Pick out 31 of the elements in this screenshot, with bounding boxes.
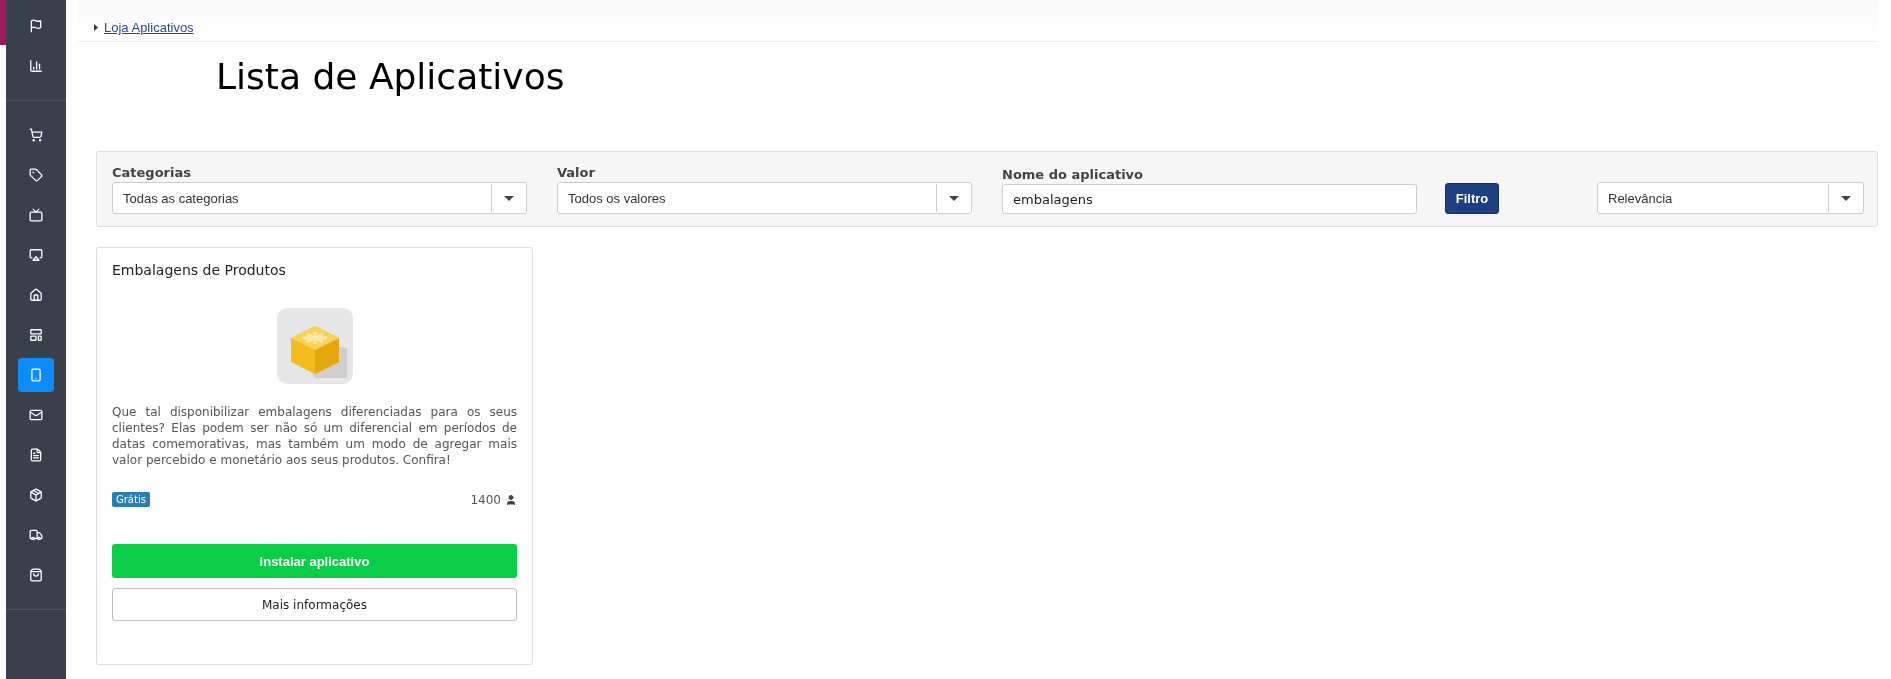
user-icon	[505, 493, 517, 506]
tv-icon	[29, 208, 43, 222]
mail-icon	[29, 408, 43, 422]
screen-icon	[29, 248, 43, 262]
install-count: 1400	[470, 492, 501, 507]
home-icon	[29, 288, 43, 302]
field-label: Valor	[557, 165, 596, 180]
truck-icon	[29, 528, 43, 542]
cart-icon	[29, 128, 43, 142]
field-label: Categorias	[112, 165, 192, 180]
sort-select[interactable]: Relevância	[1597, 182, 1864, 214]
tag-icon	[29, 168, 43, 182]
breadcrumb-link[interactable]: Loja Aplicativos	[104, 20, 194, 35]
box-icon	[29, 488, 43, 502]
field-label: Nome do aplicativo	[1002, 167, 1144, 182]
flag-icon	[29, 19, 43, 33]
category-select[interactable]: Todas as categorias	[112, 182, 527, 214]
price-select[interactable]: Todos os valores	[557, 182, 972, 214]
bar-chart-icon	[29, 59, 43, 73]
filter-button[interactable]: Filtro	[1445, 183, 1499, 214]
caret-icon	[94, 24, 98, 31]
price-tag: Grátis	[112, 492, 150, 507]
app-description: Que tal disponibilizar embalagens diferenciadas para os seus clientes? Elas podem ser não só um diferencial em períodos de datas comemorativas, mas também um modo de agregar mais valor percebido e monetário aos seus produtos. Confira!	[112, 404, 517, 468]
layout-icon	[29, 328, 43, 342]
document-icon	[29, 448, 43, 462]
more-info-button[interactable]: Mais informações	[112, 588, 517, 621]
phone-icon	[29, 368, 43, 382]
search-field[interactable]: embalagens	[1002, 184, 1417, 214]
bag-icon	[29, 568, 43, 582]
page-title: Lista de Aplicativos	[216, 56, 566, 97]
app-name: Embalagens de Produtos	[112, 262, 287, 278]
